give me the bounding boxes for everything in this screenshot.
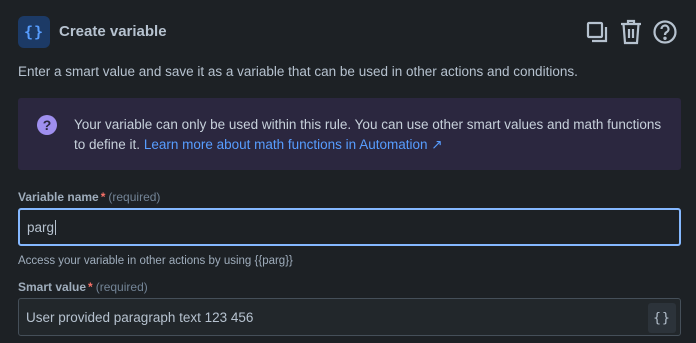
description: Enter a smart value and save it as a var… xyxy=(18,64,578,79)
required-asterisk: * xyxy=(88,280,93,294)
variable-name-helper: Access your variable in other actions by… xyxy=(18,255,293,267)
help-icon xyxy=(653,20,677,44)
insert-smart-value-button[interactable]: {} xyxy=(648,303,676,333)
trash-icon xyxy=(621,19,641,45)
header: {} Create variable xyxy=(18,16,696,48)
create-variable-panel: {} Create variable Enter a smart value a… xyxy=(0,0,696,343)
required-hint: (required) xyxy=(95,280,148,294)
smart-value-text: User provided paragraph text 123 456 xyxy=(26,309,254,325)
help-button[interactable] xyxy=(652,18,678,46)
variable-name-value: parg xyxy=(27,219,55,235)
smart-value-label: Smart value * (required) xyxy=(18,280,148,294)
braces-icon: {} xyxy=(653,310,671,326)
duplicate-button[interactable] xyxy=(584,18,610,46)
info-panel: ? Your variable can only be used within … xyxy=(18,98,681,170)
math-functions-link[interactable]: Learn more about math functions in Autom… xyxy=(144,137,443,152)
variable-name-label-text: Variable name xyxy=(18,190,99,204)
page-title: Create variable xyxy=(59,23,167,40)
smart-value-input[interactable]: User provided paragraph text 123 456 {} xyxy=(18,298,681,336)
smart-value-label-text: Smart value xyxy=(18,280,87,294)
delete-button[interactable] xyxy=(618,18,644,46)
duplicate-icon xyxy=(586,21,608,43)
required-asterisk: * xyxy=(100,190,106,204)
text-caret xyxy=(55,219,57,235)
required-hint: (required) xyxy=(108,190,161,204)
info-text: Your variable can only be used within th… xyxy=(74,115,664,155)
variable-name-label: Variable name * (required) xyxy=(18,190,160,204)
variable-name-input[interactable]: parg xyxy=(18,208,681,246)
question-circle-icon: ? xyxy=(37,115,57,135)
braces-icon: {} xyxy=(18,16,50,48)
header-actions xyxy=(584,18,678,46)
